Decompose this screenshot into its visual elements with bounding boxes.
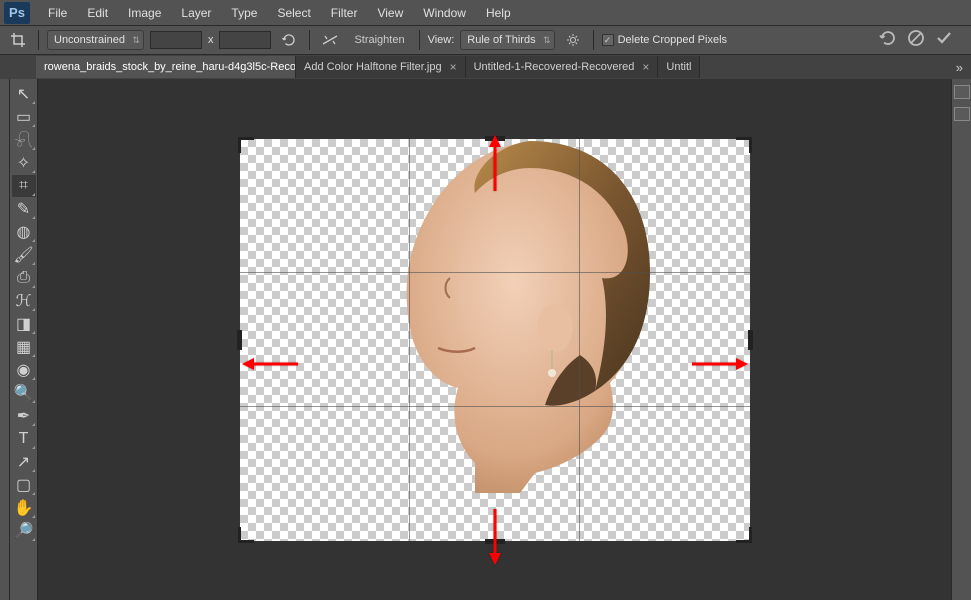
collapsed-panels-strip: [951, 79, 971, 600]
aspect-ratio-dropdown[interactable]: Unconstrained: [47, 30, 144, 50]
crop-handle-left[interactable]: [237, 330, 242, 350]
lasso-tool[interactable]: 𓍯: [12, 129, 36, 151]
menu-layer[interactable]: Layer: [171, 2, 221, 24]
document-tabs-bar: rowena_braids_stock_by_reine_haru-d4g3l5…: [0, 55, 971, 79]
healing-brush-tool[interactable]: ◍: [12, 221, 36, 243]
panel-icon[interactable]: [954, 107, 970, 121]
separator: [419, 30, 420, 50]
crop-region[interactable]: [240, 139, 750, 541]
main-workspace: ↖▭𓍯✧⌗✎◍🖌⎙ℋ◨▦◉🔍✒T↗▢✋🔎: [0, 79, 971, 600]
brush-tool[interactable]: 🖌: [12, 244, 36, 266]
straighten-icon[interactable]: [318, 30, 342, 50]
straighten-button[interactable]: Straighten: [348, 32, 410, 48]
type-tool[interactable]: T: [12, 428, 36, 450]
blur-tool[interactable]: ◉: [12, 359, 36, 381]
panel-icon[interactable]: [954, 85, 970, 99]
shape-tool[interactable]: ▢: [12, 474, 36, 496]
canvas-area[interactable]: [38, 79, 951, 600]
pen-tool[interactable]: ✒: [12, 405, 36, 427]
move-tool[interactable]: ↖: [12, 83, 36, 105]
tab-label: Add Color Halftone Filter.jpg: [304, 61, 442, 73]
hand-tool[interactable]: ✋: [12, 497, 36, 519]
path-select-tool[interactable]: ↗: [12, 451, 36, 473]
crop-handle-top-right[interactable]: [736, 137, 752, 153]
tool-strip-grip[interactable]: [0, 79, 10, 600]
options-bar: Unconstrained x Straighten View: Rule of…: [0, 25, 971, 55]
menu-file[interactable]: File: [38, 2, 77, 24]
menu-edit[interactable]: Edit: [77, 2, 118, 24]
menu-filter[interactable]: Filter: [321, 2, 368, 24]
eraser-tool[interactable]: ◨: [12, 313, 36, 335]
document-tab-active[interactable]: rowena_braids_stock_by_reine_haru-d4g3l5…: [36, 56, 296, 78]
delete-cropped-pixels-label: Delete Cropped Pixels: [618, 34, 727, 46]
annotation-arrow-left: [242, 357, 298, 371]
gradient-tool[interactable]: ▦: [12, 336, 36, 358]
menu-help[interactable]: Help: [476, 2, 521, 24]
eyedropper-tool[interactable]: ✎: [12, 198, 36, 220]
crop-handle-right[interactable]: [748, 330, 753, 350]
cancel-crop-icon[interactable]: [907, 29, 925, 52]
document-image: [380, 133, 670, 493]
menu-image[interactable]: Image: [118, 2, 171, 24]
crop-overlay-dropdown[interactable]: Rule of Thirds: [460, 30, 554, 50]
annotation-arrow-up: [488, 135, 502, 191]
menu-window[interactable]: Window: [413, 2, 476, 24]
crop-handle-bottom-right[interactable]: [736, 527, 752, 543]
dodge-tool[interactable]: 🔍: [12, 382, 36, 404]
menu-type[interactable]: Type: [221, 2, 267, 24]
tab-label: Untitl: [666, 61, 691, 73]
close-icon[interactable]: ×: [450, 60, 457, 74]
history-brush-tool[interactable]: ℋ: [12, 290, 36, 312]
clone-stamp-tool[interactable]: ⎙: [12, 267, 36, 289]
app-logo[interactable]: Ps: [4, 2, 30, 24]
commit-crop-icon[interactable]: [935, 29, 953, 52]
document-tab[interactable]: Add Color Halftone Filter.jpg ×: [296, 56, 466, 78]
tab-label: rowena_braids_stock_by_reine_haru-d4g3l5…: [44, 61, 296, 73]
delete-cropped-pixels-checkbox[interactable]: ✓ Delete Cropped Pixels: [602, 34, 727, 46]
crop-options-gear-icon[interactable]: [561, 30, 585, 50]
clear-aspect-icon[interactable]: [277, 30, 301, 50]
tab-label: Untitled-1-Recovered-Recovered: [474, 61, 635, 73]
crop-tool-icon[interactable]: [6, 30, 30, 50]
tools-panel: ↖▭𓍯✧⌗✎◍🖌⎙ℋ◨▦◉🔍✒T↗▢✋🔎: [10, 79, 38, 600]
zoom-tool[interactable]: 🔎: [12, 520, 36, 542]
marquee-tool[interactable]: ▭: [12, 106, 36, 128]
annotation-arrow-down: [488, 509, 502, 565]
magic-wand-tool[interactable]: ✧: [12, 152, 36, 174]
crop-tool[interactable]: ⌗: [12, 175, 36, 197]
menu-view[interactable]: View: [367, 2, 413, 24]
separator: [309, 30, 310, 50]
checkbox-icon: ✓: [602, 34, 614, 46]
dimension-x-label: x: [208, 34, 214, 46]
close-icon[interactable]: ×: [642, 60, 649, 74]
tab-overflow-icon[interactable]: »: [948, 60, 971, 75]
document-tab[interactable]: Untitl: [658, 56, 700, 78]
menu-select[interactable]: Select: [267, 2, 320, 24]
annotation-arrow-right: [692, 357, 748, 371]
crop-handle-top-left[interactable]: [238, 137, 254, 153]
commit-actions: [879, 29, 965, 52]
separator: [38, 30, 39, 50]
crop-handle-bottom-left[interactable]: [238, 527, 254, 543]
crop-height-input[interactable]: [219, 31, 271, 49]
reset-crop-icon[interactable]: [879, 29, 897, 52]
view-label: View:: [428, 34, 455, 46]
separator: [593, 30, 594, 50]
crop-width-input[interactable]: [150, 31, 202, 49]
application-menu-bar: Ps File Edit Image Layer Type Select Fil…: [0, 0, 971, 25]
document-tab[interactable]: Untitled-1-Recovered-Recovered ×: [466, 56, 659, 78]
